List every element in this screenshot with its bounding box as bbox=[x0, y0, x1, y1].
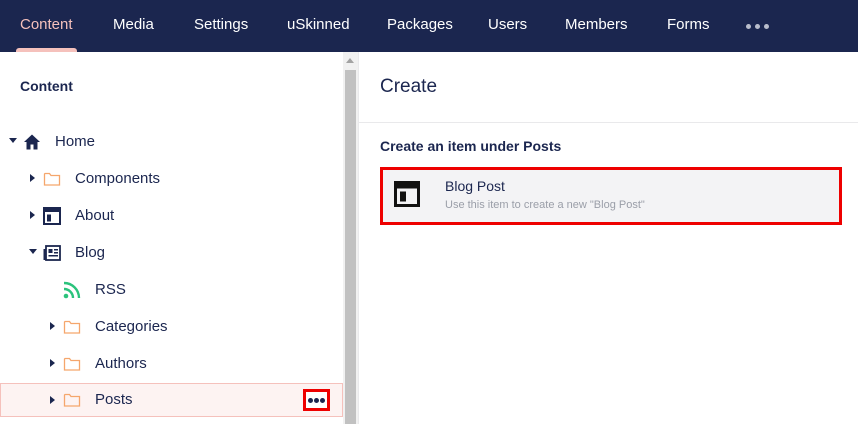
nav-item-settings[interactable]: Settings bbox=[194, 0, 248, 52]
nav-item-content[interactable]: Content bbox=[16, 0, 77, 52]
tree-item-categories[interactable]: Categories bbox=[0, 310, 343, 344]
caret-right-icon[interactable] bbox=[50, 322, 55, 330]
tree-item-label: About bbox=[75, 207, 115, 224]
newspaper-icon bbox=[43, 244, 61, 262]
nav-item-media[interactable]: Media bbox=[113, 0, 154, 52]
layout-icon bbox=[43, 207, 61, 225]
tree-item-authors[interactable]: Authors bbox=[0, 347, 343, 381]
folder-icon bbox=[43, 170, 61, 188]
layout-icon bbox=[394, 181, 420, 207]
tree-item-posts[interactable]: Posts bbox=[0, 383, 343, 417]
home-icon bbox=[23, 133, 41, 151]
content-tree-panel: Content Home Components About Blog RSS C… bbox=[0, 52, 343, 424]
tree-item-label: RSS bbox=[95, 281, 126, 298]
tree-item-rss[interactable]: RSS bbox=[0, 273, 343, 307]
panel-title: Create bbox=[380, 76, 438, 97]
create-item-description: Use this item to create a new "Blog Post… bbox=[445, 199, 645, 211]
tree-item-about[interactable]: About bbox=[0, 199, 343, 233]
folder-icon bbox=[63, 355, 81, 373]
tree-item-label: Home bbox=[55, 133, 96, 150]
nav-item-forms[interactable]: Forms bbox=[667, 0, 710, 52]
panel-separator bbox=[359, 122, 858, 123]
nav-item-uskinned[interactable]: uSkinned bbox=[287, 0, 350, 52]
create-blog-post-option[interactable]: Blog Post Use this item to create a new … bbox=[380, 167, 842, 225]
nav-item-members[interactable]: Members bbox=[565, 0, 628, 52]
folder-icon bbox=[63, 318, 81, 336]
scroll-up-icon[interactable] bbox=[346, 58, 354, 63]
tree-item-label: Categories bbox=[95, 318, 168, 335]
tree-item-components[interactable]: Components bbox=[0, 162, 343, 196]
rss-icon bbox=[63, 281, 81, 299]
tree-item-label: Components bbox=[75, 170, 161, 187]
tree-item-home[interactable]: Home bbox=[0, 125, 343, 159]
create-item-name: Blog Post bbox=[445, 178, 505, 194]
actions-menu-button[interactable] bbox=[303, 389, 330, 411]
scroll-thumb[interactable] bbox=[345, 70, 356, 424]
caret-right-icon[interactable] bbox=[30, 211, 35, 219]
tree-item-label: Authors bbox=[95, 355, 147, 372]
tree-title: Content bbox=[20, 78, 73, 94]
tree-item-blog[interactable]: Blog bbox=[0, 236, 343, 270]
top-navigation: Content Media Settings uSkinned Packages… bbox=[0, 0, 858, 52]
tree-scrollbar[interactable] bbox=[343, 52, 358, 424]
caret-right-icon[interactable] bbox=[50, 359, 55, 367]
caret-down-icon[interactable] bbox=[29, 249, 37, 254]
tree-item-label: Posts bbox=[95, 391, 133, 408]
nav-item-users[interactable]: Users bbox=[488, 0, 527, 52]
caret-right-icon[interactable] bbox=[30, 174, 35, 182]
caret-right-icon[interactable] bbox=[50, 396, 55, 404]
nav-item-packages[interactable]: Packages bbox=[387, 0, 453, 52]
more-sections-icon[interactable] bbox=[746, 24, 773, 30]
create-subtitle: Create an item under Posts bbox=[380, 138, 562, 154]
caret-down-icon[interactable] bbox=[9, 138, 17, 143]
tree-item-label: Blog bbox=[75, 244, 106, 261]
folder-icon bbox=[63, 391, 81, 409]
create-panel: Create Create an item under Posts Blog P… bbox=[359, 52, 858, 424]
